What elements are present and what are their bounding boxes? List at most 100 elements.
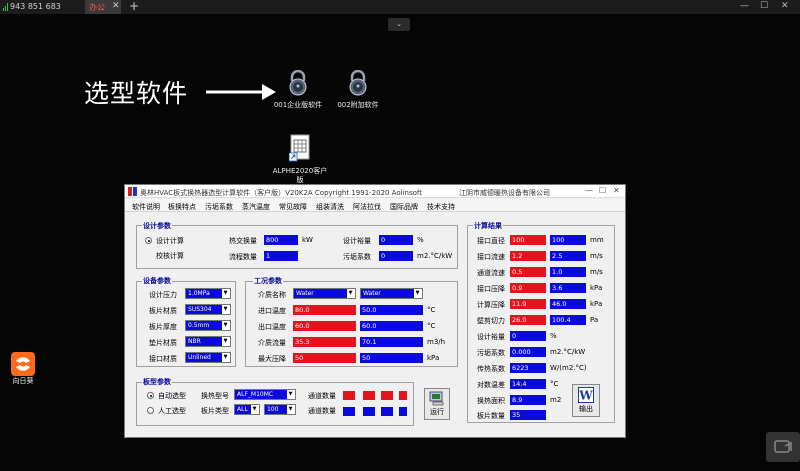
- port-material-label: 接口材质: [149, 355, 177, 363]
- computer-run-icon: [429, 391, 444, 406]
- design-margin-input[interactable]: 0: [379, 235, 413, 245]
- medium-flow-unit: m3/h: [427, 338, 446, 346]
- app-minimize-button[interactable]: —: [585, 186, 593, 195]
- port-material-select[interactable]: Unlined ▼: [185, 352, 231, 363]
- model-label: 换热型号: [201, 392, 229, 400]
- selected-value: 0.5mm: [186, 321, 222, 330]
- menu-item[interactable]: 组装清洗: [316, 202, 344, 212]
- desktop-icon-label: 002附加软件: [337, 101, 379, 109]
- cold-wall-shear-value: 100.4: [550, 315, 586, 325]
- app-close-button[interactable]: ✕: [613, 186, 620, 195]
- desktop-icon-label: 向日葵: [12, 377, 34, 385]
- toolbar-dropdown-button[interactable]: ⌄: [388, 18, 410, 31]
- plate-material-select[interactable]: SUS304 ▼: [185, 304, 231, 315]
- cold-max-pressure-drop-input[interactable]: 50: [360, 353, 423, 363]
- heat-transfer-coef-value: 6223: [510, 363, 546, 373]
- plate-type-select[interactable]: ALL ▼: [234, 404, 260, 415]
- plate-thickness-select[interactable]: 0.5mm ▼: [185, 320, 231, 331]
- menu-item[interactable]: 阿法拉伐: [353, 202, 381, 212]
- chevron-down-icon: ▼: [252, 406, 257, 412]
- auto-select-radio[interactable]: [147, 392, 154, 399]
- annotation-text: 选型软件: [84, 79, 189, 108]
- channel-indicator-hot: [343, 391, 355, 400]
- heat-exchange-input[interactable]: 800: [264, 235, 298, 245]
- hot-outlet-temp-input[interactable]: 60.0: [293, 321, 356, 331]
- design-params-title: 设计参数: [142, 221, 172, 231]
- channel-indicator-cold: [399, 407, 407, 416]
- cold-inlet-temp-input[interactable]: 50.0: [360, 305, 423, 315]
- medium-name-label: 介质名称: [258, 291, 286, 299]
- manual-select-radio[interactable]: [147, 407, 154, 414]
- check-calc-label[interactable]: 校核计算: [156, 251, 184, 261]
- fouling-input[interactable]: 0: [379, 251, 413, 261]
- floating-toolbar-button[interactable]: [766, 432, 800, 462]
- plate-count-select[interactable]: 100 ▼: [264, 404, 296, 415]
- app-logo-icon: [128, 187, 137, 196]
- design-pressure-label: 设计压力: [149, 291, 177, 299]
- run-label: 运行: [430, 408, 444, 416]
- flow-count-input[interactable]: 1: [264, 251, 298, 261]
- desktop-icon-sunflower[interactable]: 向日葵: [8, 352, 38, 386]
- minimize-button[interactable]: —: [740, 1, 749, 11]
- inlet-temp-label: 进口温度: [258, 307, 286, 315]
- hot-flow-input[interactable]: 35.3: [293, 337, 356, 347]
- channel-count-label-2: 通道数量: [308, 407, 336, 415]
- design-pressure-select[interactable]: 1.0MPa ▼: [185, 288, 231, 299]
- menu-item[interactable]: 蒸汽温度: [242, 202, 270, 212]
- selected-value: Water: [361, 289, 414, 298]
- gasket-material-select[interactable]: NBR ▼: [185, 336, 231, 347]
- port-velocity-label: 接口流速: [477, 253, 505, 261]
- sunflower-app-icon: [11, 352, 35, 376]
- medium-flow-label: 介质流量: [258, 339, 286, 347]
- cold-port-pressure-drop-value: 3.6: [550, 283, 586, 293]
- tab-label: 办公: [89, 3, 105, 12]
- cold-port-diameter-value: 100: [550, 235, 586, 245]
- channel-indicator-cold: [363, 407, 375, 416]
- cold-medium-select[interactable]: Water ▼: [360, 288, 423, 299]
- close-tab-icon[interactable]: ✕: [112, 1, 120, 11]
- hot-inlet-temp-input[interactable]: 80.0: [293, 305, 356, 315]
- selected-value: SUS304: [186, 305, 222, 314]
- port-pressure-drop-unit: kPa: [590, 284, 603, 292]
- heat-transfer-coef-label: 传热系数: [477, 365, 505, 373]
- desktop-icon-label: ALPHE2020客户版: [272, 167, 328, 184]
- plate-count-label: 板片数量: [477, 412, 505, 420]
- menu-item[interactable]: 国际品牌: [390, 202, 418, 212]
- maximize-button[interactable]: ☐: [760, 1, 768, 11]
- output-button[interactable]: W 输出: [572, 384, 600, 417]
- selected-value: NBR: [186, 337, 222, 346]
- hot-medium-select[interactable]: Water ▼: [293, 288, 356, 299]
- desktop-icon-alphe2020[interactable]: ALPHE2020客户版: [270, 134, 330, 185]
- hot-max-pressure-drop-input[interactable]: 50: [293, 353, 356, 363]
- tab-office[interactable]: 办公 ✕: [85, 0, 121, 14]
- wall-shear-unit: Pa: [590, 316, 599, 324]
- close-window-button[interactable]: ✕: [781, 1, 789, 11]
- channel-indicator-hot: [381, 391, 393, 400]
- fouling-unit: m2.°C/kW: [417, 252, 453, 260]
- cold-outlet-temp-input[interactable]: 60.0: [360, 321, 423, 331]
- menu-item[interactable]: 板换特点: [168, 202, 196, 212]
- company-name: 江阴市威德暖热设备有限公司: [459, 189, 550, 197]
- model-select[interactable]: ALF_M10MC ▼: [234, 389, 296, 400]
- outlet-temp-label: 出口温度: [258, 323, 286, 331]
- desktop-icon-addon[interactable]: 002附加软件: [328, 69, 388, 110]
- menu-item[interactable]: 软件说明: [132, 202, 160, 212]
- channel-indicator-hot: [399, 391, 407, 400]
- app-maximize-button[interactable]: ☐: [599, 186, 606, 195]
- menu-item[interactable]: 技术支持: [427, 202, 455, 212]
- channel-indicator-cold: [343, 407, 355, 416]
- channel-velocity-label: 通道流速: [477, 269, 505, 277]
- auto-select-label: 自动选型: [158, 392, 186, 400]
- design-margin-unit: %: [417, 236, 424, 244]
- cold-flow-input[interactable]: 70.1: [360, 337, 423, 347]
- app-menu-bar: 软件说明 板换特点 污垢系数 蒸汽温度 常见故障 组装清洗 阿法拉伐 国际品牌 …: [125, 199, 625, 212]
- design-calc-radio[interactable]: [145, 237, 152, 244]
- menu-item[interactable]: 常见故障: [279, 202, 307, 212]
- run-button[interactable]: 运行: [424, 388, 450, 420]
- add-tab-button[interactable]: +: [129, 0, 139, 13]
- spreadsheet-shortcut-icon: [288, 134, 310, 162]
- port-pressure-drop-label: 接口压降: [477, 285, 505, 293]
- menu-item[interactable]: 污垢系数: [205, 202, 233, 212]
- chevron-down-icon: ▼: [288, 391, 293, 397]
- desktop-icon-enterprise[interactable]: 001企业版软件: [268, 69, 328, 110]
